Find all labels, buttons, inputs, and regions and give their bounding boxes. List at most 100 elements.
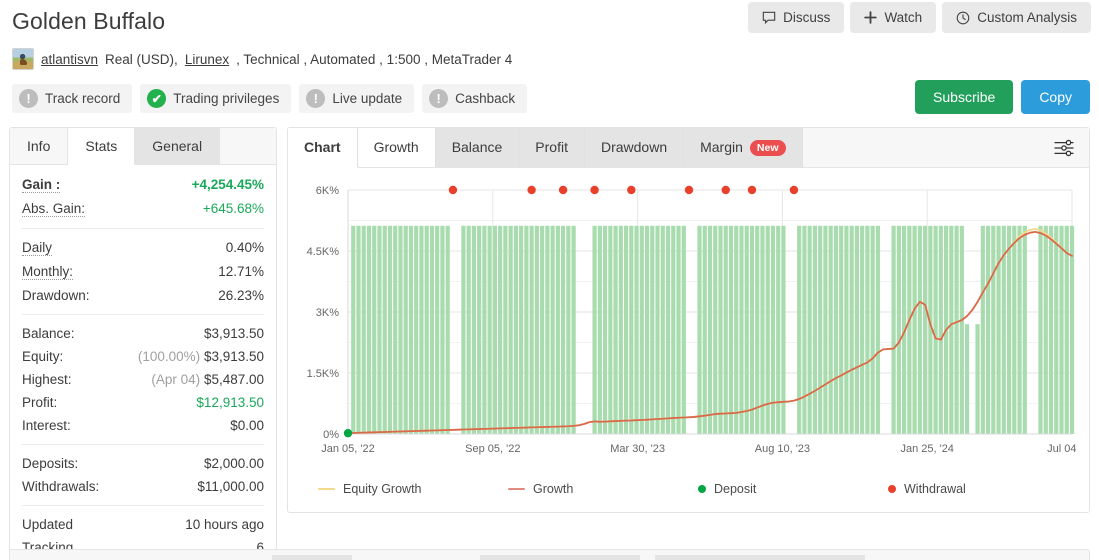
legend-label: Equity Growth [343, 482, 422, 496]
stat-value-amount: $3,913.50 [204, 349, 264, 364]
withdrawal-marker [685, 186, 693, 194]
chart-bar [613, 226, 617, 434]
withdrawal-marker [559, 186, 567, 194]
tab-general[interactable]: General [135, 128, 220, 164]
stat-label: Interest: [22, 418, 71, 433]
x-axis-tick-label: Aug 10, '23 [755, 443, 810, 455]
chart-bar [430, 226, 434, 434]
tab-chart[interactable]: Chart [288, 128, 358, 168]
stat-value: $2,000.00 [204, 456, 264, 471]
chart-bar [818, 226, 822, 434]
status-badge-label: Track record [45, 91, 120, 106]
legend-label: Deposit [714, 482, 756, 496]
stat-value: $11,000.00 [197, 479, 264, 494]
stat-label: Gain : [22, 177, 60, 193]
chart-bar [398, 226, 402, 434]
stat-value: +645.68% [203, 201, 264, 216]
chart-bar [634, 226, 638, 434]
withdrawal-marker [527, 186, 535, 194]
chart-bar [991, 226, 995, 434]
legend-item-equity-growth: Equity Growth [296, 482, 486, 496]
chart-bar [986, 226, 990, 434]
tab-profit[interactable]: Profit [519, 128, 585, 167]
tab-balance[interactable]: Balance [436, 128, 520, 167]
stat-value-amount: $5,487.00 [204, 372, 264, 387]
tab-margin-label: Margin [700, 139, 743, 155]
plus-icon [864, 11, 877, 24]
chart-bar [996, 226, 1000, 434]
status-badge-live-update[interactable]: ! Live update [299, 84, 414, 113]
stat-row-balance: Balance: $3,913.50 [22, 322, 264, 345]
chart-bar [975, 324, 979, 434]
chart-bar [477, 226, 481, 434]
status-badge-track-record[interactable]: ! Track record [12, 84, 132, 113]
chart-bar [362, 226, 366, 434]
y-axis-tick-label: 4.5K% [307, 246, 340, 258]
account-username-link[interactable]: atlantisvn [41, 52, 98, 67]
withdrawal-marker [627, 186, 635, 194]
copy-button[interactable]: Copy [1021, 80, 1090, 114]
profile-page: Golden Buffalo atlantisvn Real (USD), Li… [0, 0, 1099, 560]
custom-analysis-button[interactable]: Custom Analysis [942, 2, 1091, 33]
chart-bar [514, 226, 518, 434]
chart-bar [865, 226, 869, 434]
stat-row-profit: Profit: $12,913.50 [22, 391, 264, 414]
chart-bar [897, 226, 901, 434]
tab-growth[interactable]: Growth [358, 128, 436, 167]
chart-bar [1065, 226, 1069, 434]
stat-label: Updated [22, 517, 73, 532]
chart-bar [808, 226, 812, 434]
stat-value: +4,254.45% [192, 177, 264, 192]
chart-bar [871, 226, 875, 434]
chart-bar [708, 226, 712, 434]
chart-bar [351, 226, 355, 434]
stat-value: $0.00 [230, 418, 264, 433]
y-axis-tick-label: 6K% [316, 185, 339, 197]
x-axis-tick-label: Jan 05, '22 [321, 443, 374, 455]
chart-bar [676, 226, 680, 434]
y-axis-tick-label: 1.5K% [307, 368, 340, 380]
stat-label: Drawdown: [22, 288, 90, 303]
chart-bar [488, 226, 492, 434]
sliders-icon [1053, 139, 1075, 157]
chart-bar [356, 226, 360, 434]
main-content: Info Stats General Gain : +4,254.45% Abs… [0, 127, 1099, 560]
chart-bar [650, 226, 654, 434]
tab-info[interactable]: Info [10, 128, 68, 164]
status-badge-trading-privileges[interactable]: ✔ Trading privileges [140, 84, 291, 113]
chart-bar [797, 226, 801, 434]
discuss-button[interactable]: Discuss [748, 2, 844, 33]
stat-label: Abs. Gain: [22, 201, 85, 217]
chart-bar [619, 226, 623, 434]
warning-icon: ! [306, 89, 325, 108]
tab-margin[interactable]: MarginNew [684, 128, 802, 167]
stat-value: 10 hours ago [185, 517, 264, 532]
tab-stats[interactable]: Stats [68, 128, 135, 165]
status-badge-cashback[interactable]: ! Cashback [422, 84, 527, 113]
divider [22, 444, 264, 445]
chart-bar [855, 226, 859, 434]
deposit-marker [344, 429, 352, 437]
chart-bar [682, 226, 686, 434]
tab-drawdown[interactable]: Drawdown [585, 128, 684, 167]
chart-bar [739, 226, 743, 434]
watch-label: Watch [884, 10, 922, 25]
stat-label: Profit: [22, 395, 57, 410]
next-section-tabs[interactable] [9, 549, 1090, 560]
watch-button[interactable]: Watch [850, 2, 936, 33]
chart-bar [823, 226, 827, 434]
chart-bar [467, 226, 471, 434]
chart-bar [734, 226, 738, 434]
stat-value: 26.23% [218, 288, 264, 303]
broker-link[interactable]: Lirunex [185, 52, 229, 67]
subscribe-button[interactable]: Subscribe [915, 80, 1013, 114]
stat-value: (100.00%) $3,913.50 [138, 349, 264, 364]
chart-bar [540, 226, 544, 434]
chart-bar [954, 226, 958, 434]
chart-bar [545, 226, 549, 434]
chart-settings-button[interactable] [1039, 128, 1089, 167]
account-meta: , Technical , Automated , 1:500 , MetaTr… [236, 52, 512, 67]
chart-bar [1044, 226, 1048, 434]
legend-swatch [698, 485, 706, 493]
chart-bar [813, 226, 817, 434]
